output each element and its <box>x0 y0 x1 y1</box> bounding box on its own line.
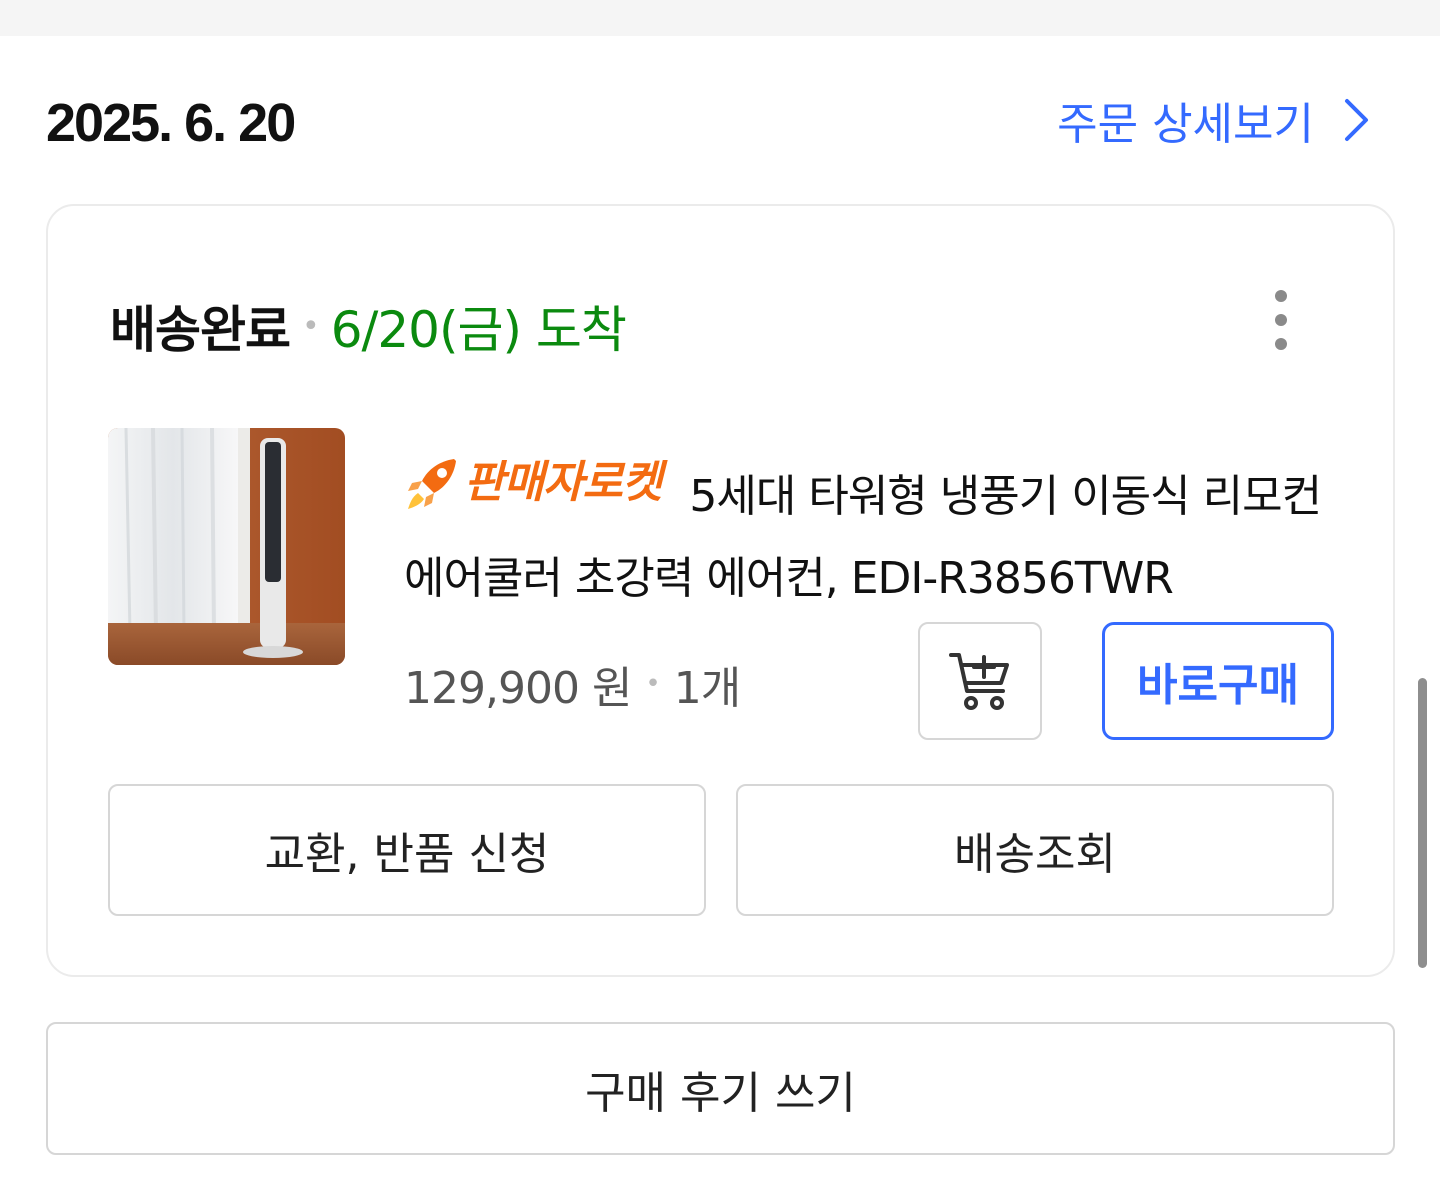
arrival-date: 6/20(금) 도착 <box>330 301 627 359</box>
scrollbar[interactable] <box>1418 678 1427 968</box>
product-price: 129,900 원 <box>404 663 632 714</box>
seller-rocket-label: 판매자로켓 <box>464 457 662 508</box>
chevron-right-icon <box>1345 99 1368 141</box>
more-options-icon[interactable] <box>1266 290 1296 350</box>
buy-now-button[interactable]: 바로구매 <box>1102 622 1334 740</box>
order-detail-link[interactable]: 주문 상세보기 <box>1057 88 1370 152</box>
product-image[interactable] <box>108 428 345 665</box>
product-title-block[interactable]: 판매자로켓 5세대 타워형 냉풍기 이동식 리모컨 에어쿨러 초강력 에어컨, … <box>404 442 1344 620</box>
more-dot <box>1275 338 1287 350</box>
more-dot <box>1275 290 1287 302</box>
cart-add-icon <box>949 653 1009 710</box>
add-to-cart-button[interactable] <box>918 622 1042 740</box>
separator-dot: • <box>302 308 320 344</box>
order-detail-label: 주문 상세보기 <box>1057 99 1314 150</box>
tower-fan-image <box>108 428 345 665</box>
order-date: 2025. 6. 20 <box>46 93 296 153</box>
top-strip <box>0 0 1440 36</box>
more-dot <box>1275 314 1287 326</box>
seller-rocket-badge: 판매자로켓 <box>404 442 662 524</box>
track-delivery-button[interactable]: 배송조회 <box>736 784 1334 916</box>
price-row: 129,900 원 • 1개 <box>404 652 741 716</box>
write-review-button[interactable]: 구매 후기 쓰기 <box>46 1022 1395 1155</box>
order-card: 배송완료 • 6/20(금) 도착 판매자로켓 5세대 타워형 냉풍기 이동식 … <box>46 204 1395 977</box>
exchange-return-button[interactable]: 교환, 반품 신청 <box>108 784 706 916</box>
separator-dot: • <box>645 669 660 699</box>
product-quantity: 1개 <box>673 663 741 714</box>
delivery-status-row: 배송완료 • 6/20(금) 도착 <box>110 290 627 362</box>
delivery-status: 배송완료 <box>110 301 291 359</box>
rocket-icon <box>408 459 456 509</box>
